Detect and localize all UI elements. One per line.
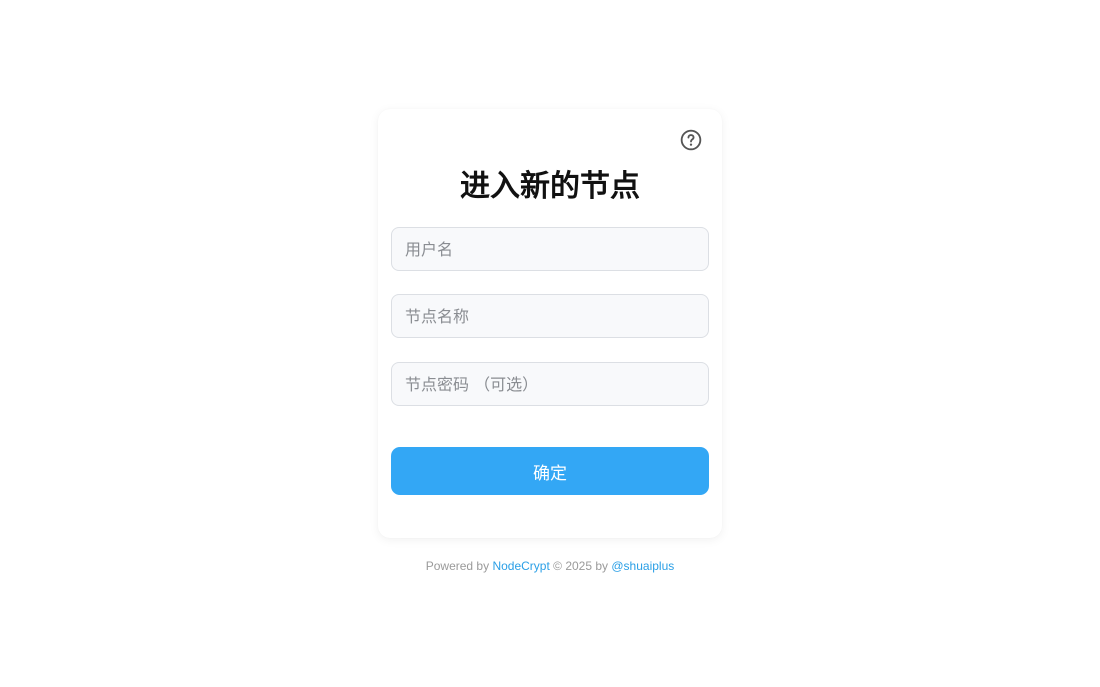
footer: Powered by NodeCrypt © 2025 by @shuaiplu… <box>0 558 1100 574</box>
footer-copyright: © 2025 by <box>553 559 609 573</box>
nodecrypt-link[interactable]: NodeCrypt <box>492 559 549 573</box>
node-name-input[interactable] <box>391 294 709 338</box>
page-title: 进入新的节点 <box>460 169 640 204</box>
login-card: 进入新的节点 确定 <box>378 109 722 538</box>
author-link[interactable]: @shuaiplus <box>611 559 674 573</box>
footer-powered-by: Powered by <box>425 559 490 573</box>
question-circle-icon <box>680 129 702 151</box>
node-password-input[interactable] <box>391 362 709 406</box>
confirm-button[interactable]: 确定 <box>391 447 709 495</box>
page: 进入新的节点 确定 Powered by NodeCrypt © 2025 by… <box>0 0 1100 687</box>
help-button[interactable] <box>680 129 702 151</box>
username-input[interactable] <box>391 227 709 271</box>
